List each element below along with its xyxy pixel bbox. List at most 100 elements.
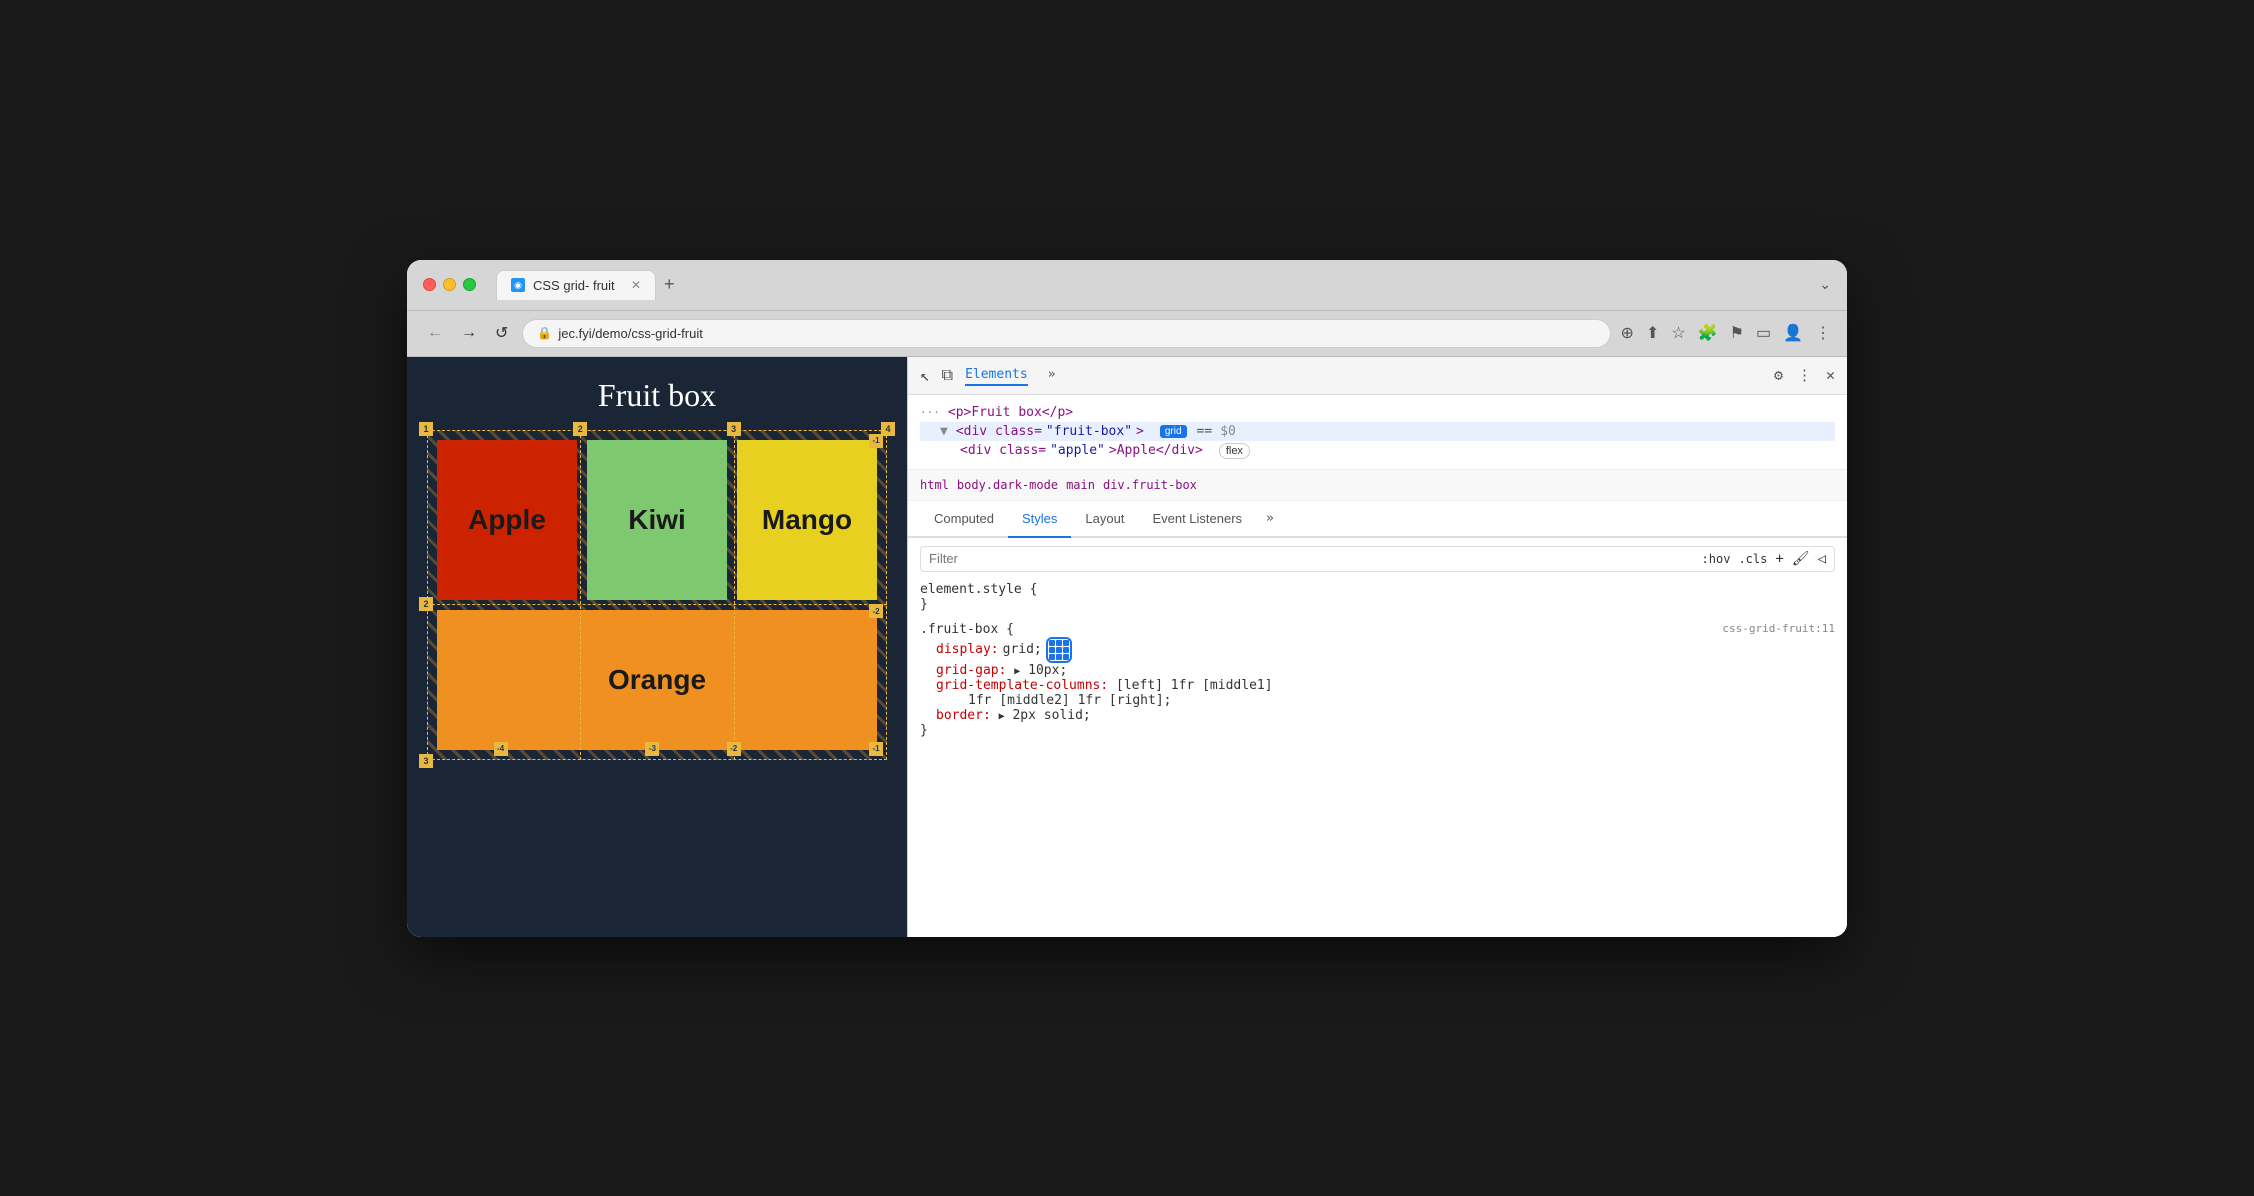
close-button[interactable] <box>423 278 436 291</box>
element-style-selector[interactable]: element.style { <box>920 582 1037 597</box>
tab-layout[interactable]: Layout <box>1071 501 1138 538</box>
tab-elements[interactable]: Elements <box>965 365 1028 386</box>
grid-gap-val: ▶ 10px; <box>1014 663 1067 678</box>
css-rule-close: } <box>920 597 1835 612</box>
forward-button[interactable]: → <box>457 320 481 346</box>
address-icons: ⊕ ⬆ ☆ 🧩 ⚑ ▭ 👤 ⋮ <box>1621 323 1831 343</box>
apple-cell: Apple <box>437 440 577 600</box>
p-tag[interactable]: <p>Fruit box</p> <box>948 405 1073 420</box>
pseudo-filter-button[interactable]: :hov <box>1702 552 1731 566</box>
close-devtools-icon[interactable]: ✕ <box>1826 366 1835 384</box>
chevron-down-icon[interactable]: ⌄ <box>1819 276 1831 293</box>
display-val: grid; <box>1003 642 1042 657</box>
grid-icon <box>1049 640 1069 660</box>
panel-tabs: Computed Styles Layout Event Listeners » <box>908 501 1847 538</box>
minimize-button[interactable] <box>443 278 456 291</box>
div-apple-close: >Apple</div> <box>1109 443 1203 458</box>
grid-num-top-3: 3 <box>727 422 741 436</box>
css-source-link[interactable]: css-grid-fruit:11 <box>1722 622 1835 637</box>
bookmark-icon[interactable]: ☆ <box>1671 323 1685 343</box>
new-tab-button[interactable]: + <box>664 274 675 295</box>
div-close-bracket: > <box>1136 424 1144 439</box>
add-style-button[interactable]: + <box>1775 551 1783 567</box>
tab-more[interactable]: » <box>1048 365 1056 386</box>
breadcrumb-body[interactable]: body.dark-mode <box>957 478 1058 492</box>
breadcrumb-html[interactable]: html <box>920 478 949 492</box>
paint-icon[interactable]: 🖌 <box>1792 551 1810 567</box>
browser-tab[interactable]: ◉ CSS grid- fruit ✕ <box>496 270 656 300</box>
grid-num-bottom-neg4: -4 <box>494 742 508 756</box>
grid-num-neg-3: -1 <box>869 742 883 756</box>
kiwi-cell: Kiwi <box>587 440 727 600</box>
traffic-lights <box>423 278 476 291</box>
refresh-button[interactable]: ↺ <box>491 319 512 347</box>
grid-inspector-button[interactable] <box>1046 637 1072 663</box>
url-bar[interactable]: 🔒 jec.fyi/demo/css-grid-fruit <box>522 319 1610 348</box>
grid-template-columns-val2: 1fr [middle2] 1fr [right]; <box>968 693 1172 708</box>
expand-arrow[interactable]: ▼ <box>940 424 948 439</box>
cls-filter-button[interactable]: .cls <box>1738 552 1767 566</box>
webpage-preview: Fruit box 1 2 3 4 1 <box>407 357 907 937</box>
closing-brace-1: } <box>920 597 928 612</box>
filter-input[interactable] <box>929 551 1694 566</box>
devtools-panel: ↖ ⧉ Elements » ⚙ ⋮ ✕ ··· <p>Fruit box</p… <box>907 357 1847 937</box>
maximize-button[interactable] <box>463 278 476 291</box>
filter-bar: :hov .cls + 🖌 ◁ <box>920 546 1835 572</box>
layers-icon[interactable]: ⧉ <box>942 365 953 385</box>
page-title: Fruit box <box>427 377 887 414</box>
settings-icon[interactable]: ⚙ <box>1774 366 1783 384</box>
flex-badge[interactable]: flex <box>1219 443 1250 459</box>
flag-icon[interactable]: ⚑ <box>1730 323 1744 343</box>
display-prop[interactable]: display: <box>936 642 999 657</box>
share-icon[interactable]: ⬆ <box>1646 323 1659 343</box>
breadcrumb-main[interactable]: main <box>1066 478 1095 492</box>
expand-dots[interactable]: ··· <box>920 406 940 419</box>
border-val: ▶ 2px solid; <box>999 708 1091 723</box>
grid-badge[interactable]: grid <box>1160 425 1187 438</box>
tab-styles[interactable]: Styles <box>1008 501 1071 538</box>
lock-icon: 🔒 <box>537 326 552 340</box>
more-options-icon[interactable]: ⋮ <box>1815 323 1831 343</box>
equals-sign: == <box>1197 424 1213 439</box>
back-button[interactable]: ← <box>423 320 447 346</box>
div-class-val: "fruit-box" <box>1046 424 1132 439</box>
fruit-grid: Apple Kiwi Mango Orange <box>427 430 887 760</box>
orange-cell: Orange <box>437 610 877 750</box>
html-tree: ··· <p>Fruit box</p> ▼ <div class= "frui… <box>908 395 1847 470</box>
html-tree-line-2[interactable]: ▼ <div class= "fruit-box" > grid == $0 <box>920 422 1835 441</box>
tab-event-listeners[interactable]: Event Listeners <box>1138 501 1256 538</box>
div-apple-tag[interactable]: <div class= <box>960 443 1046 458</box>
tab-favicon: ◉ <box>511 278 525 292</box>
title-bar: ◉ CSS grid- fruit ✕ + ⌄ <box>407 260 1847 311</box>
toolbar-icons: ⚙ ⋮ ✕ <box>1774 366 1835 384</box>
grid-num-left-1: 1 <box>419 422 433 436</box>
div-fruit-box-tag[interactable]: <div class= <box>956 424 1042 439</box>
border-prop[interactable]: border: <box>936 708 991 723</box>
extension-icon[interactable]: 🧩 <box>1698 323 1718 343</box>
profile-icon[interactable]: 👤 <box>1783 323 1803 343</box>
cursor-icon[interactable]: ↖ <box>920 366 930 385</box>
tab-computed[interactable]: Computed <box>920 501 1008 538</box>
styles-panel: :hov .cls + 🖌 ◁ element.style { } <box>908 538 1847 937</box>
mango-cell: Mango <box>737 440 877 600</box>
grid-num-bottom-neg3: -3 <box>645 742 659 756</box>
arrow-left-icon[interactable]: ◁ <box>1818 551 1826 567</box>
grid-num-neg-1: -1 <box>869 434 883 448</box>
grid-num-top-4: 4 <box>881 422 895 436</box>
more-icon[interactable]: ⋮ <box>1797 366 1812 384</box>
breadcrumb-fruit-box[interactable]: div.fruit-box <box>1103 478 1197 492</box>
closing-brace-2: } <box>920 723 928 738</box>
devtools-toolbar: ↖ ⧉ Elements » ⚙ ⋮ ✕ <box>908 357 1847 395</box>
tab-more-panels[interactable]: » <box>1256 501 1284 536</box>
fruit-box-selector[interactable]: .fruit-box { <box>920 622 1014 637</box>
browser-window: ◉ CSS grid- fruit ✕ + ⌄ ← → ↺ 🔒 jec.fyi/… <box>407 260 1847 937</box>
devtools-tabs: Elements » <box>965 365 1055 386</box>
grid-gap-prop[interactable]: grid-gap: <box>936 663 1006 678</box>
dollar-zero: $0 <box>1220 424 1236 439</box>
tab-title: CSS grid- fruit <box>533 278 615 293</box>
grid-wrapper: 1 2 3 4 1 2 3 -1 -2 -1 -4 -3 -2 Apple Ki… <box>427 430 887 760</box>
grid-template-columns-prop[interactable]: grid-template-columns: <box>936 678 1108 693</box>
cast-icon[interactable]: ▭ <box>1756 323 1771 343</box>
tab-close-button[interactable]: ✕ <box>631 278 641 292</box>
zoom-icon[interactable]: ⊕ <box>1621 323 1634 343</box>
